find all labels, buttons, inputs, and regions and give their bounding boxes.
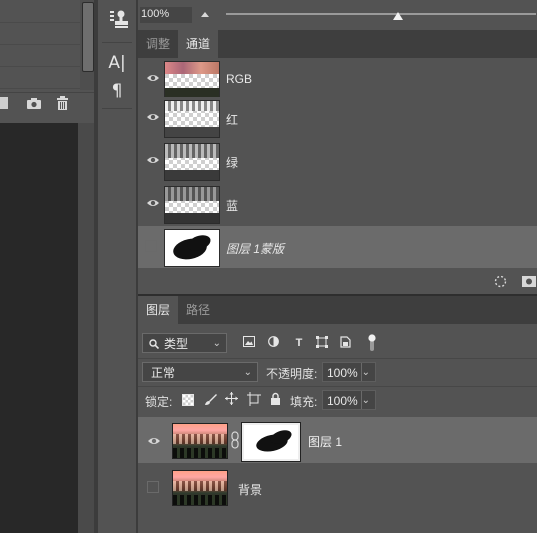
layer-name[interactable]: 图层 1 <box>308 433 342 450</box>
left-panel <box>0 0 96 533</box>
panel-scrollbar[interactable] <box>80 0 94 90</box>
stamp-tool-icon[interactable] <box>104 8 130 30</box>
eye-icon[interactable] <box>147 434 161 448</box>
filter-smart-object-icon[interactable] <box>340 336 351 348</box>
lock-all-icon[interactable] <box>270 392 281 405</box>
character-panel-icon[interactable]: A| <box>104 52 130 74</box>
channel-label: 绿 <box>226 156 239 170</box>
paragraph-panel-icon[interactable]: ¶ <box>104 80 130 102</box>
panel-bottom-toolbar <box>0 92 94 117</box>
canvas-side-bar <box>78 123 94 533</box>
eye-icon[interactable] <box>146 153 160 167</box>
strip-divider <box>102 108 132 109</box>
channel-thumbnail <box>164 186 220 224</box>
layer-name[interactable]: 背景 <box>238 481 262 498</box>
layers-empty-area <box>138 510 537 533</box>
lock-artboard-icon[interactable] <box>247 392 261 406</box>
load-selection-icon[interactable] <box>494 275 507 288</box>
layer-opacity-value: 100% <box>327 366 358 380</box>
channel-thumbnail <box>164 100 220 138</box>
panel-row[interactable] <box>0 22 86 45</box>
strip-divider <box>102 42 132 43</box>
panel-row[interactable] <box>0 0 86 23</box>
new-item-icon[interactable] <box>0 97 8 109</box>
channel-label: RGB <box>226 72 253 86</box>
blend-mode-dropdown[interactable]: 正常 ⌄ <box>142 362 258 382</box>
fill-label: 填充: <box>290 395 318 409</box>
layers-tab-bar: 图层 路径 <box>138 294 537 324</box>
panel-row[interactable] <box>0 44 86 67</box>
channels-footer <box>138 268 537 294</box>
blend-mode-value: 正常 <box>151 366 176 380</box>
chevron-down-icon[interactable]: ⌄ <box>362 363 370 383</box>
document-canvas[interactable] <box>0 123 78 533</box>
channel-row-blue[interactable]: 蓝 <box>138 183 537 227</box>
collapsed-panel-strip: A| ¶ <box>98 0 136 533</box>
layer-filter-dropdown[interactable]: 类型 ⌄ <box>142 333 227 353</box>
filter-adjustment-icon[interactable] <box>268 336 279 347</box>
chevron-down-icon: ⌄ <box>212 338 221 349</box>
layer-mask-thumbnail[interactable] <box>241 422 301 462</box>
channel-row-layer-mask[interactable]: 图层 1蒙版 <box>138 226 537 270</box>
opacity-value: 100% <box>141 8 170 20</box>
eye-icon[interactable] <box>146 110 160 124</box>
channel-label: 蓝 <box>226 199 239 213</box>
tab-layers[interactable]: 图层 <box>138 296 179 324</box>
layer-fill-value: 100% <box>327 394 358 408</box>
visibility-toggle-empty[interactable] <box>145 240 157 252</box>
channel-row-red[interactable]: 红 <box>138 97 537 141</box>
opacity-slider-track[interactable] <box>226 13 536 15</box>
layer-fill-field[interactable]: 100% ⌄ <box>322 390 376 410</box>
filter-kind-label: 类型 <box>164 337 189 351</box>
save-selection-icon[interactable] <box>521 275 537 288</box>
layer-row-background[interactable]: 背景 <box>138 464 537 510</box>
filter-type-icon[interactable]: T <box>293 337 305 349</box>
panel-row[interactable] <box>0 66 86 89</box>
chevron-down-icon[interactable]: ⌄ <box>362 391 370 411</box>
chevron-down-icon: ⌄ <box>243 367 252 378</box>
filter-toggle-switch[interactable] <box>367 334 377 352</box>
lock-position-move-icon[interactable] <box>225 392 238 405</box>
tab-paths[interactable]: 路径 <box>178 296 218 324</box>
channel-row-rgb[interactable]: RGB <box>138 58 537 102</box>
camera-icon[interactable] <box>26 97 42 110</box>
filter-pixel-icon[interactable] <box>243 336 255 347</box>
visibility-toggle-empty[interactable] <box>147 481 159 493</box>
search-icon <box>149 339 159 349</box>
opacity-slider-row <box>138 0 537 30</box>
channel-label: 红 <box>226 113 239 127</box>
tab-channels[interactable]: 通道 <box>178 30 219 58</box>
lock-transparent-pixels-icon[interactable] <box>182 394 194 406</box>
chain-link-icon[interactable] <box>231 431 239 449</box>
lock-image-pixels-brush-icon[interactable] <box>204 393 217 406</box>
eye-icon[interactable] <box>146 71 160 85</box>
trash-icon[interactable] <box>56 96 69 111</box>
eye-icon[interactable] <box>146 196 160 210</box>
lock-label: 锁定: <box>145 395 173 409</box>
channel-thumbnail <box>164 229 220 267</box>
layer-opacity-field[interactable]: 100% ⌄ <box>322 362 376 382</box>
slider-collapse-arrow-icon[interactable] <box>201 12 209 17</box>
channel-thumbnail <box>164 143 220 181</box>
opacity-label: 不透明度: <box>266 367 318 381</box>
channel-thumbnail <box>164 61 220 99</box>
layer-thumbnail[interactable] <box>172 423 228 459</box>
channel-row-green[interactable]: 绿 <box>138 140 537 184</box>
tab-adjustments[interactable]: 调整 <box>138 30 178 58</box>
scrollbar-thumb[interactable] <box>82 2 94 72</box>
filter-shape-icon[interactable] <box>316 336 328 348</box>
channels-tab-bar: 调整 通道 <box>138 30 537 59</box>
opacity-slider-handle[interactable] <box>393 12 403 20</box>
layer-row-layer1[interactable]: 图层 1 <box>138 417 537 463</box>
channel-label: 图层 1蒙版 <box>226 242 285 256</box>
layer-thumbnail[interactable] <box>172 470 228 506</box>
